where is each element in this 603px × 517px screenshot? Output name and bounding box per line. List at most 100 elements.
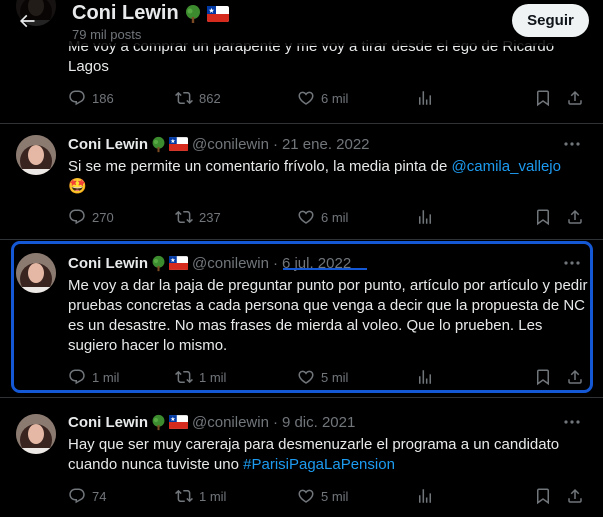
back-button[interactable] — [10, 4, 44, 38]
retweet-icon — [175, 91, 193, 105]
avatar-photo-icon — [16, 414, 56, 454]
share-icon — [568, 488, 582, 503]
tweet-date[interactable]: 9 dic. 2021 — [282, 414, 355, 431]
more-button[interactable] — [561, 414, 583, 430]
share-icon — [568, 90, 582, 105]
tweet-header: Coni Lewin @conilewin · 6 jul. 2022 — [68, 253, 351, 273]
like-icon — [298, 370, 314, 384]
bookmark-button[interactable] — [534, 208, 552, 226]
avatar-photo-icon — [16, 135, 56, 175]
more-button[interactable] — [561, 136, 583, 152]
author-handle[interactable]: @conilewin — [192, 255, 269, 272]
profile-header: Coni Lewin 79 mil posts Seguir — [0, 0, 603, 46]
retweet-button[interactable]: 1 mil — [175, 487, 226, 505]
reply-icon — [69, 90, 85, 106]
views-icon — [419, 91, 431, 105]
author-name[interactable]: Coni Lewin — [68, 255, 148, 272]
tweet-header: Coni Lewin @conilewin · 9 dic. 2021 — [68, 412, 355, 432]
reply-count: 1 mil — [92, 369, 120, 385]
more-icon — [564, 420, 580, 424]
avatar[interactable] — [16, 414, 56, 454]
views-icon — [419, 210, 431, 224]
like-count: 5 mil — [321, 488, 349, 504]
views-button[interactable] — [416, 368, 434, 386]
bookmark-icon — [537, 369, 549, 386]
views-icon — [419, 370, 431, 384]
share-button[interactable] — [566, 487, 584, 505]
author-handle[interactable]: @conilewin — [192, 136, 269, 153]
like-count: 5 mil — [321, 369, 349, 385]
tweet[interactable]: Coni Lewin @conilewin · 9 dic. 2021 Hay … — [0, 398, 603, 517]
retweet-button[interactable]: 862 — [175, 89, 221, 107]
avatar-photo-icon — [16, 253, 56, 293]
retweet-count: 862 — [199, 90, 221, 106]
separator-dot: · — [272, 135, 278, 153]
like-button[interactable]: 5 mil — [297, 487, 348, 505]
avatar[interactable] — [16, 135, 56, 175]
like-button[interactable]: 6 mil — [297, 89, 348, 107]
bookmark-icon — [537, 488, 549, 505]
mention-link[interactable]: @camila_vallejo — [452, 158, 561, 175]
retweet-icon — [175, 210, 193, 224]
share-button[interactable] — [566, 368, 584, 386]
bookmark-button[interactable] — [534, 368, 552, 386]
chile-flag-icon — [169, 256, 188, 270]
more-button[interactable] — [561, 255, 583, 271]
tree-emoji-icon — [150, 136, 167, 153]
retweet-button[interactable]: 1 mil — [175, 368, 226, 386]
reply-button[interactable]: 74 — [68, 487, 106, 505]
reply-icon — [69, 488, 85, 504]
more-icon — [564, 142, 580, 146]
share-icon — [568, 369, 582, 384]
bookmark-icon — [537, 90, 549, 107]
author-handle[interactable]: @conilewin — [192, 414, 269, 431]
tweet-date[interactable]: 21 ene. 2022 — [282, 136, 370, 153]
hashtag-link[interactable]: #ParisiPagaLaPension — [243, 456, 395, 473]
views-icon — [419, 489, 431, 503]
reply-icon — [69, 369, 85, 385]
reply-count: 186 — [92, 90, 114, 106]
tweet-text-body: Si se me permite un comentario frívolo, … — [68, 158, 452, 175]
tweet-actions: 186 862 6 mil — [68, 89, 588, 109]
author-name[interactable]: Coni Lewin — [68, 136, 148, 153]
tweet-actions: 1 mil 1 mil 5 mil — [68, 368, 588, 388]
profile-name: Coni Lewin — [72, 2, 179, 24]
reply-button[interactable]: 270 — [68, 208, 114, 226]
retweet-count: 1 mil — [199, 488, 227, 504]
back-arrow-icon — [19, 14, 35, 28]
separator-dot: · — [272, 413, 278, 431]
tree-emoji-icon — [150, 255, 167, 272]
like-icon — [298, 91, 314, 105]
retweet-icon — [175, 489, 193, 503]
bookmark-button[interactable] — [534, 89, 552, 107]
profile-name-title: Coni Lewin — [72, 2, 229, 25]
date-underline-annotation — [283, 268, 367, 270]
share-button[interactable] — [566, 208, 584, 226]
views-button[interactable] — [416, 487, 434, 505]
like-button[interactable]: 5 mil — [297, 368, 348, 386]
reply-count: 270 — [92, 209, 114, 225]
chile-flag-icon — [169, 415, 188, 429]
follow-button[interactable]: Seguir — [512, 4, 589, 37]
tweet[interactable]: Coni Lewin @conilewin · 21 ene. 2022 Si … — [0, 124, 603, 240]
reply-button[interactable]: 1 mil — [68, 368, 119, 386]
retweet-button[interactable]: 237 — [175, 208, 221, 226]
share-button[interactable] — [566, 89, 584, 107]
bookmark-icon — [537, 209, 549, 226]
tweet-header: Coni Lewin @conilewin · 21 ene. 2022 — [68, 134, 370, 154]
like-icon — [298, 489, 314, 503]
tweet[interactable]: Coni Lewin @conilewin · 6 jul. 2022 Me v… — [0, 240, 603, 398]
avatar[interactable] — [16, 253, 56, 293]
like-icon — [298, 210, 314, 224]
reply-button[interactable]: 186 — [68, 89, 114, 107]
chile-flag-icon — [206, 5, 229, 22]
reply-count: 74 — [92, 488, 107, 504]
like-button[interactable]: 6 mil — [297, 208, 348, 226]
author-name[interactable]: Coni Lewin — [68, 414, 148, 431]
tree-emoji-icon — [185, 4, 200, 23]
chile-flag-icon — [169, 137, 188, 151]
views-button[interactable] — [416, 208, 434, 226]
retweet-icon — [175, 370, 193, 384]
bookmark-button[interactable] — [534, 487, 552, 505]
views-button[interactable] — [416, 89, 434, 107]
